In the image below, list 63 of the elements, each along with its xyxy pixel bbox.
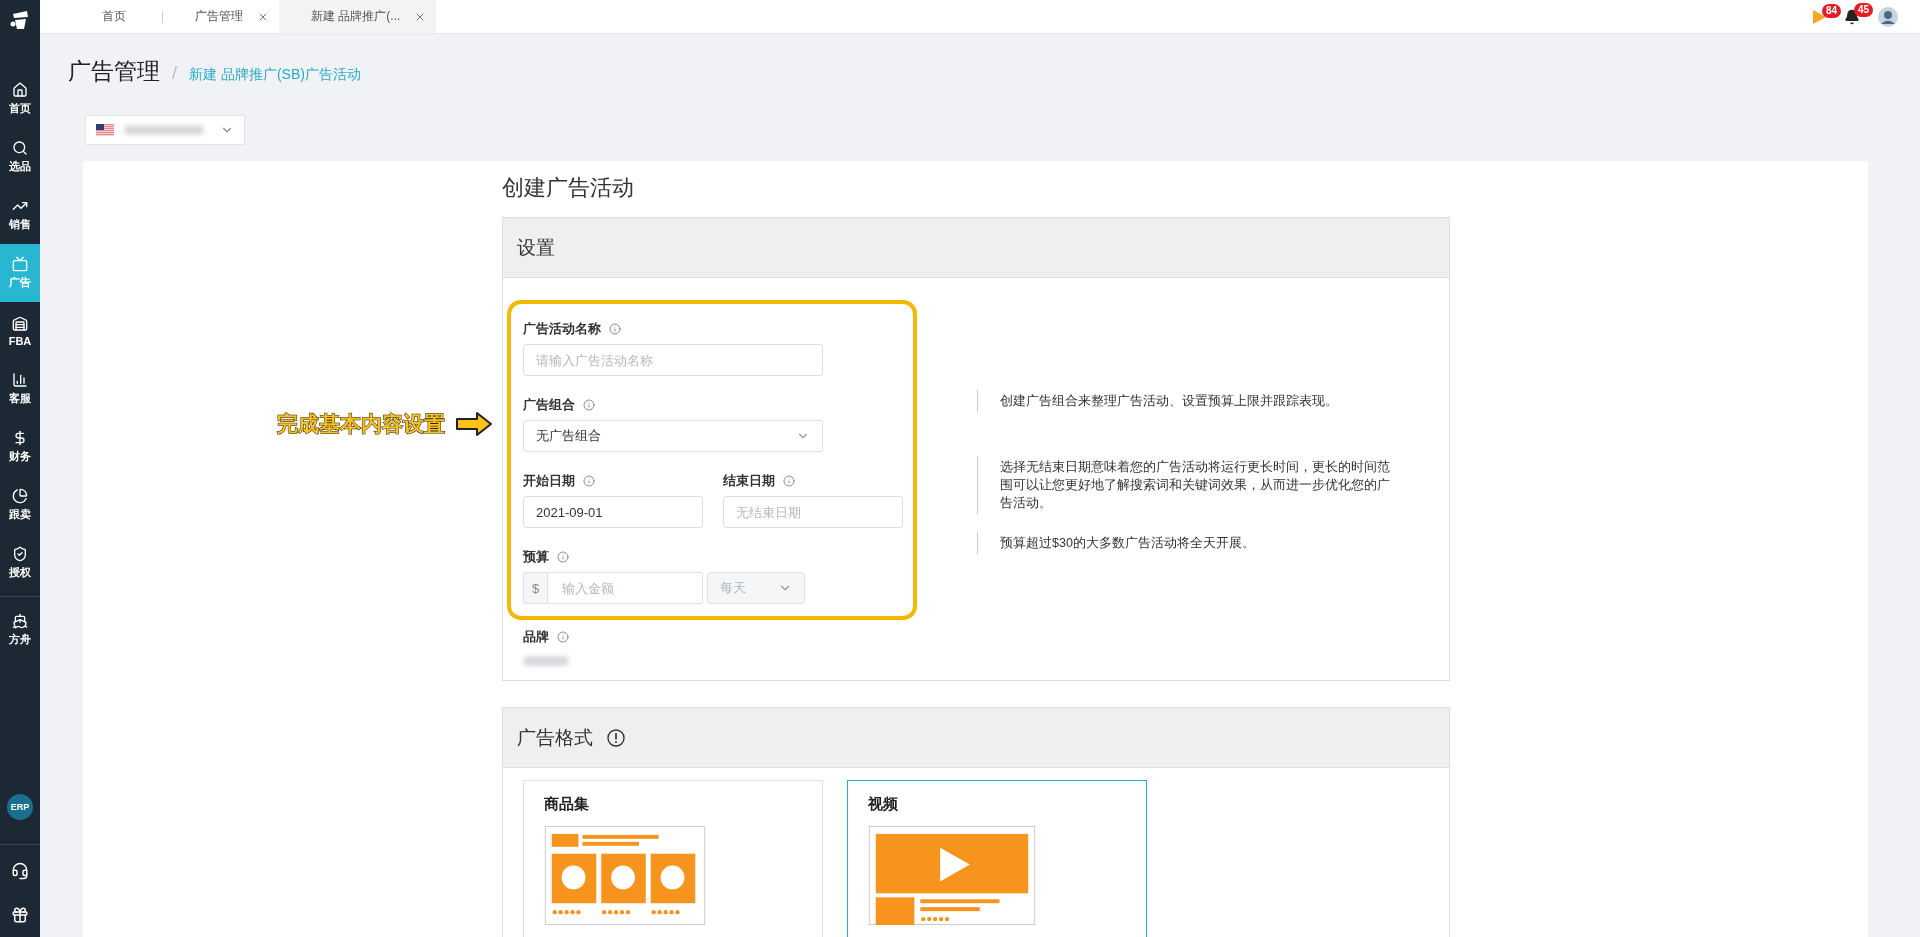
alert-icon <box>607 728 625 747</box>
page-title: 广告管理 <box>68 57 160 86</box>
count-badge: 45 <box>1854 2 1874 17</box>
date-field[interactable]: 2021-09-01 <box>523 496 703 528</box>
panel-title: 广告格式 <box>517 725 593 750</box>
field-label: 广告活动名称 <box>523 320 601 338</box>
sidebar-icon <box>12 256 28 272</box>
info-icon <box>609 323 621 335</box>
panel-title: 设置 <box>517 235 555 260</box>
sidebar-item[interactable]: 方舟 <box>0 601 40 659</box>
form-title: 创建广告活动 <box>502 174 634 202</box>
store-select[interactable] <box>85 115 245 145</box>
sidebar-item[interactable]: 选品 <box>0 128 40 186</box>
breadcrumb-separator: / <box>172 63 177 84</box>
sidebar-icon <box>12 140 28 156</box>
sidebar-item[interactable]: 授权 <box>0 534 40 592</box>
info-icon <box>557 551 569 563</box>
redacted-text <box>523 656 569 666</box>
info-icon <box>583 399 595 411</box>
option-title: 商品集 <box>544 795 589 814</box>
sidebar-icon <box>12 315 28 332</box>
info-icon <box>583 475 595 487</box>
logo-icon[interactable] <box>9 9 31 31</box>
field-label: 广告组合 <box>523 396 575 414</box>
sidebar-item[interactable]: 销售 <box>0 186 40 244</box>
gift-icon[interactable] <box>11 906 29 924</box>
field-label: 品牌 <box>523 628 549 646</box>
sidebar-item[interactable]: 财务 <box>0 418 40 476</box>
portfolio-select[interactable]: 无广告组合 <box>523 420 823 452</box>
date-field[interactable]: 无结束日期 <box>723 496 903 528</box>
field-label: 预算 <box>523 548 549 566</box>
avatar[interactable] <box>1878 6 1898 27</box>
count-badge: 84 <box>1822 3 1842 18</box>
amount-field[interactable]: 输入金额 <box>547 572 703 604</box>
info-icon <box>783 475 795 487</box>
sidebar-item[interactable]: 客服 <box>0 360 40 418</box>
sidebar-item[interactable]: 首页 <box>0 70 40 128</box>
hint-text: 预算超过$30的大多数广告活动将全天开展。 <box>977 532 1397 554</box>
field-label: 结束日期 <box>723 472 775 490</box>
field-label: 开始日期 <box>523 472 575 490</box>
erp-badge[interactable]: ERP <box>7 794 33 820</box>
sidebar-icon <box>12 488 28 504</box>
format-option[interactable]: 视频 <box>847 780 1147 937</box>
tab[interactable]: 新建 品牌推广(... <box>279 0 437 33</box>
option-title: 视频 <box>868 795 898 814</box>
sidebar-item[interactable]: 跟卖 <box>0 476 40 534</box>
sidebar-icon <box>12 82 28 98</box>
period-select: 每天 <box>707 572 805 604</box>
sidebar-icon <box>12 430 28 446</box>
input-field[interactable]: 请输入广告活动名称 <box>523 344 823 376</box>
arrow-icon <box>455 411 493 437</box>
annotation-text: 完成基本内容设置 <box>277 411 445 437</box>
sidebar-icon <box>12 613 28 629</box>
hint-text: 选择无结束日期意味着您的广告活动将运行更长时间，更长的时间范围可以让您更好地了解搜索词和关键词效果，从而进一步优化您的广告活动。 <box>977 456 1397 514</box>
sidebar-item[interactable]: FBA <box>0 302 40 360</box>
sidebar-icon <box>12 546 28 562</box>
hint-text: 创建广告组合来整理广告活动、设置预算上限并跟踪表现。 <box>977 390 1397 412</box>
headset-icon[interactable] <box>11 862 29 880</box>
info-icon <box>557 631 569 643</box>
sidebar-icon <box>12 372 28 388</box>
format-option[interactable]: 商品集 <box>523 780 823 937</box>
currency-prefix: $ <box>523 572 547 604</box>
bell-icon[interactable] <box>1844 8 1860 25</box>
